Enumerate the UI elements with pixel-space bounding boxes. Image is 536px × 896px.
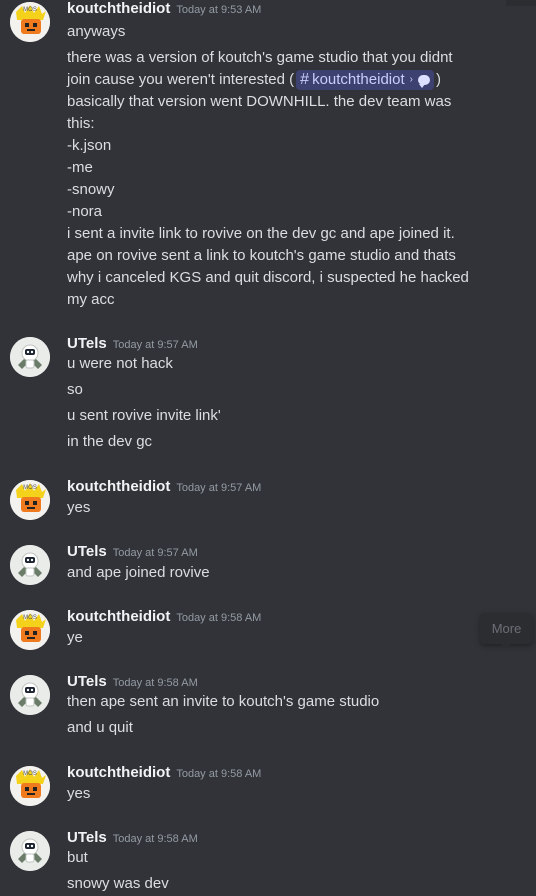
message-line: -k.json	[67, 137, 112, 154]
message-line: yes	[67, 499, 91, 516]
thread-bubble-icon	[417, 75, 430, 88]
koutch-avatar[interactable]: MOS	[10, 2, 50, 42]
message-line: there was a version of koutch's game stu…	[67, 49, 453, 66]
message-header: UTels Today at 9:57 AM	[67, 335, 198, 352]
message-line: in the dev gc	[67, 433, 153, 450]
username[interactable]: koutchtheidiot	[67, 478, 170, 495]
utels-avatar[interactable]	[10, 545, 50, 585]
message-line: basically that version went DOWNHILL. th…	[67, 93, 452, 110]
utels-avatar[interactable]	[10, 337, 50, 377]
channel-mention-label: koutchtheidiot	[312, 71, 405, 88]
message-line: snowy was dev	[67, 875, 169, 892]
timestamp: Today at 9:57 AM	[112, 339, 198, 351]
koutch-avatar[interactable]: MOS	[10, 610, 50, 650]
koutch-avatar[interactable]: MOS	[10, 766, 50, 806]
hash-icon: #	[300, 71, 310, 88]
message-line: -nora	[67, 203, 103, 220]
timestamp: Today at 9:57 AM	[176, 482, 262, 494]
utels-avatar[interactable]	[10, 831, 50, 871]
username[interactable]: koutchtheidiot	[67, 764, 170, 781]
timestamp: Today at 9:58 AM	[176, 612, 262, 624]
message-text: )	[435, 71, 441, 88]
message-line: but	[67, 849, 88, 866]
message-line: -me	[67, 159, 93, 176]
message-line: ape on rovive sent a link to koutch's ga…	[67, 247, 456, 264]
message-line: u were not hack	[67, 355, 173, 372]
timestamp: Today at 9:57 AM	[112, 547, 198, 559]
timestamp: Today at 9:58 AM	[112, 677, 198, 689]
message-header: UTels Today at 9:58 AM	[67, 673, 198, 690]
username[interactable]: UTels	[67, 335, 107, 352]
svg-text:MOS: MOS	[23, 7, 37, 13]
message-line: anyways	[67, 23, 126, 40]
message-header: koutchtheidiot Today at 9:53 AM	[67, 0, 261, 17]
message-line: and ape joined rovive	[67, 564, 210, 581]
username[interactable]: UTels	[67, 673, 107, 690]
channel-mention[interactable]: # koutchtheidiot ›	[296, 70, 434, 90]
utels-avatar[interactable]	[10, 675, 50, 715]
svg-text:MOS: MOS	[23, 485, 37, 491]
message-line: ye	[67, 629, 83, 646]
message-line: this:	[67, 115, 95, 132]
chat-messages: MOS koutchtheidiot Today at 9:53 AM anywa…	[0, 0, 536, 896]
message-line: so	[67, 381, 83, 398]
chevron-right-icon: ›	[409, 74, 413, 85]
message-header: koutchtheidiot Today at 9:58 AM	[67, 764, 261, 781]
message-line-with-mention: join cause you weren't interested (# kout…	[67, 69, 441, 91]
message-line: -snowy	[67, 181, 115, 198]
message-line: my acc	[67, 291, 115, 308]
svg-text:MOS: MOS	[23, 771, 37, 777]
message-header: UTels Today at 9:58 AM	[67, 829, 198, 846]
message-header: UTels Today at 9:57 AM	[67, 543, 198, 560]
message-line: yes	[67, 785, 91, 802]
message-header: koutchtheidiot Today at 9:57 AM	[67, 478, 261, 495]
timestamp: Today at 9:53 AM	[176, 4, 262, 16]
username[interactable]: UTels	[67, 543, 107, 560]
timestamp: Today at 9:58 AM	[176, 768, 262, 780]
username[interactable]: koutchtheidiot	[67, 608, 170, 625]
top-divider	[506, 0, 536, 6]
message-line: u sent rovive invite link'	[67, 407, 221, 424]
koutch-avatar[interactable]: MOS	[10, 480, 50, 520]
username[interactable]: UTels	[67, 829, 107, 846]
message-header: koutchtheidiot Today at 9:58 AM	[67, 608, 261, 625]
message-line: i sent a invite link to rovive on the de…	[67, 225, 455, 242]
message-line: and u quit	[67, 719, 133, 736]
svg-text:MOS: MOS	[23, 615, 37, 621]
more-tooltip: More	[480, 613, 533, 649]
timestamp: Today at 9:58 AM	[112, 833, 198, 845]
message-line: then ape sent an invite to koutch's game…	[67, 693, 380, 710]
username[interactable]: koutchtheidiot	[67, 0, 170, 17]
message-text: join cause you weren't interested (	[67, 71, 295, 88]
message-line: why i canceled KGS and quit discord, i s…	[67, 269, 469, 286]
